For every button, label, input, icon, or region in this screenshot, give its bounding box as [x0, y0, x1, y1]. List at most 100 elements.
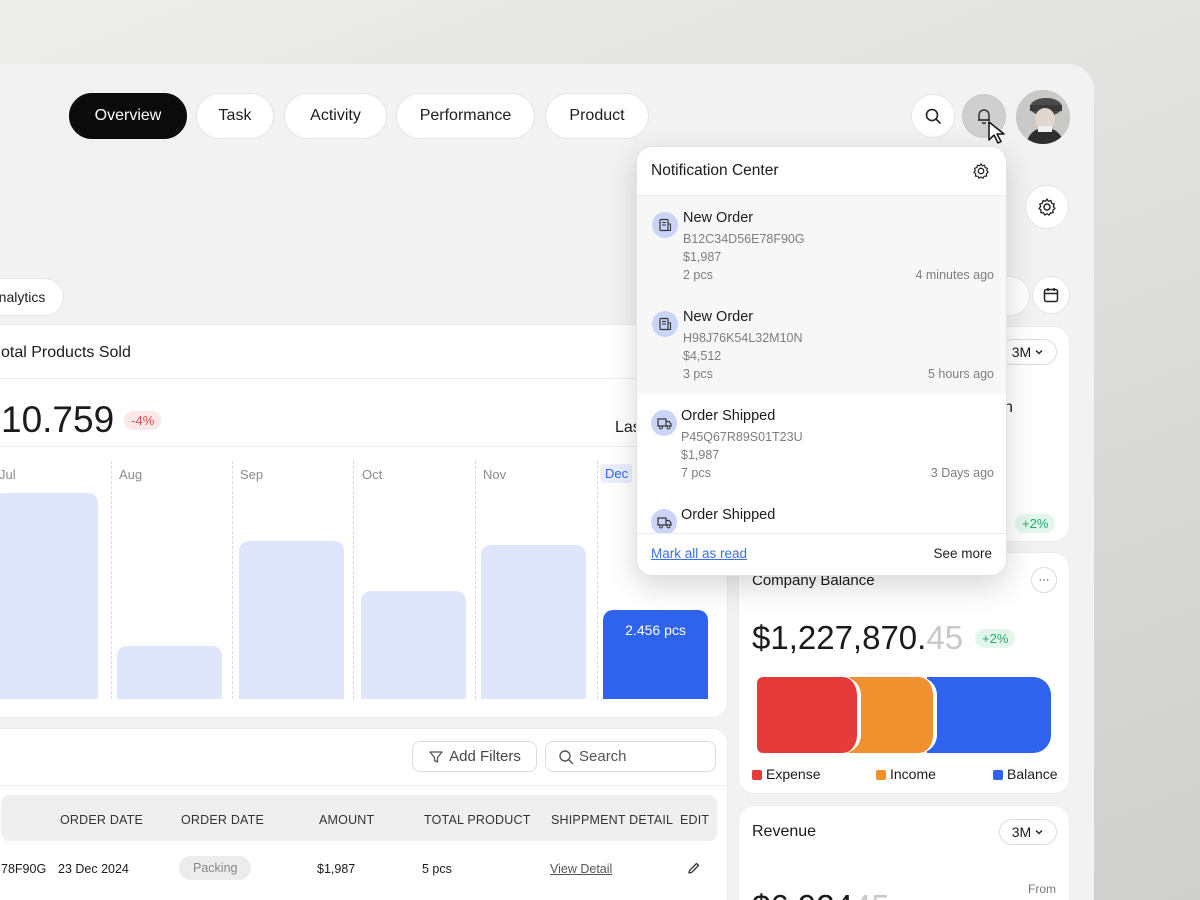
balance-cents: 45 — [926, 619, 964, 656]
month-label: Jul — [0, 467, 16, 482]
col-total-product[interactable]: TOTAL PRODUCT — [424, 813, 531, 827]
pencil-icon[interactable] — [687, 861, 701, 875]
orders-table-card: Add Filters Search ORDER DATE ORDER DATE… — [0, 728, 728, 900]
add-filters-button[interactable]: Add Filters — [412, 741, 537, 772]
more-button[interactable]: ··· — [1031, 567, 1057, 593]
month-label-selected: Dec — [601, 464, 633, 483]
bar-dec[interactable]: 2.456 pcs — [603, 610, 708, 699]
gear-icon — [1038, 198, 1056, 216]
month-label: Aug — [119, 467, 143, 482]
calendar-icon — [1043, 288, 1059, 303]
revenue-card: Revenue 3M From $6,92445 — [738, 805, 1070, 900]
see-more-link[interactable]: See more — [933, 546, 992, 561]
legend-income: Income — [876, 766, 936, 782]
tab-activity[interactable]: Activity — [284, 93, 387, 139]
order-amount: $1,987 — [317, 862, 356, 876]
search-icon — [559, 749, 574, 764]
period-select[interactable]: 3M — [999, 819, 1057, 845]
period-select-value: 3M — [1011, 824, 1032, 840]
truck-icon — [651, 509, 677, 533]
tab-product[interactable]: Product — [545, 93, 649, 139]
notification-title: New Order — [683, 309, 754, 325]
chevron-down-icon — [1035, 830, 1043, 835]
balance-amount: $1,227,870. — [752, 619, 927, 656]
add-filters-label: Add Filters — [449, 748, 521, 765]
balance-bar — [757, 677, 1051, 753]
tab-task[interactable]: Task — [196, 93, 274, 139]
receipt-icon — [652, 311, 678, 337]
card-title: Revenue — [752, 823, 817, 840]
notification-code: H98J76K54L32M10N — [683, 331, 803, 345]
view-detail-link[interactable]: View Detail — [550, 862, 612, 876]
table-header: ORDER DATE ORDER DATE AMOUNT TOTAL PRODU… — [1, 795, 717, 841]
period-select[interactable]: 3M — [999, 339, 1057, 365]
notification-center-title: Notification Center — [651, 162, 779, 179]
from-label: From — [1028, 882, 1056, 896]
notification-center-popover: Notification Center New Order B12C34D56E… — [636, 146, 1007, 576]
order-date: 23 Dec 2024 — [58, 862, 129, 876]
bar-aug[interactable] — [117, 646, 222, 699]
col-shipment-detail[interactable]: SHIPPMENT DETAIL — [551, 813, 673, 827]
notification-title: Order Shipped — [681, 408, 776, 424]
month-label: Nov — [483, 467, 507, 482]
notification-amount: $1,987 — [683, 250, 722, 264]
card-title: otal Products Sold — [1, 344, 131, 361]
change-badge: -4% — [124, 410, 162, 430]
search-input[interactable]: Search — [545, 741, 716, 772]
total-value: 10.759 — [1, 399, 115, 440]
tab-performance[interactable]: Performance — [396, 93, 535, 139]
calendar-button[interactable] — [1032, 276, 1070, 314]
notification-item[interactable]: Order Shipped — [637, 493, 1006, 533]
notification-qty: 7 pcs — [681, 466, 711, 480]
notification-item[interactable]: New Order H98J76K54L32M10N $4,512 3 pcs … — [637, 295, 1006, 394]
notification-code: B12C34D56E78F90G — [683, 232, 805, 246]
tab-analytics[interactable]: nalytics — [0, 278, 64, 316]
notification-title: Order Shipped — [681, 507, 776, 523]
notification-amount: $1,987 — [681, 448, 720, 462]
balance-segment — [927, 677, 1051, 753]
settings-button[interactable] — [1025, 185, 1069, 229]
notification-item[interactable]: Order Shipped P45Q67R89S01T23U $1,987 7 … — [637, 394, 1006, 493]
notification-amount: $4,512 — [683, 349, 722, 363]
bar-value-label: 2.456 pcs — [625, 622, 686, 638]
chevron-down-icon — [1035, 350, 1043, 355]
tab-overview[interactable]: Overview — [69, 93, 187, 139]
filter-icon — [429, 750, 443, 763]
notification-qty: 2 pcs — [683, 268, 713, 282]
col-order-date[interactable]: ORDER DATE — [60, 813, 143, 827]
notification-qty: 3 pcs — [683, 367, 713, 381]
avatar[interactable] — [1016, 90, 1070, 144]
period-select-value: 3M — [1011, 344, 1032, 360]
col-order-date-2[interactable]: ORDER DATE — [181, 813, 264, 827]
search-button[interactable] — [911, 94, 955, 138]
mark-all-read-link[interactable]: Mark all as read — [651, 546, 747, 561]
order-id: 78F90G — [1, 862, 47, 876]
col-amount[interactable]: AMOUNT — [319, 813, 374, 827]
notification-item[interactable]: New Order B12C34D56E78F90G $1,987 2 pcs … — [637, 196, 1006, 295]
bar-sep[interactable] — [239, 541, 344, 699]
notification-time: 5 hours ago — [927, 367, 994, 381]
mouse-cursor-icon — [988, 121, 1005, 144]
notification-time: 3 Days ago — [930, 466, 994, 480]
notification-time: 4 minutes ago — [915, 268, 994, 282]
revenue-cents: 45 — [853, 888, 890, 900]
company-balance-card: Company Balance ··· $1,227,870.45 +2% Ex… — [738, 552, 1070, 794]
table-row[interactable]: 78F90G 23 Dec 2024 Packing $1,987 5 pcs … — [1, 841, 717, 900]
bar-jul[interactable] — [0, 493, 98, 699]
bar-chart: Jul Aug Sep Oct Nov Dec 2.456 pcs — [0, 447, 729, 699]
notification-title: New Order — [683, 210, 754, 226]
change-badge: +2% — [975, 628, 1016, 648]
revenue-amount: $6,924 — [752, 888, 853, 900]
bar-oct[interactable] — [361, 591, 466, 699]
month-label: Sep — [240, 467, 264, 482]
legend-expense: Expense — [752, 766, 820, 782]
month-label: Oct — [362, 467, 383, 482]
bar-nov[interactable] — [481, 545, 586, 699]
products-sold-card: otal Products Sold 10.759 -4% Las Jul Au… — [0, 324, 728, 718]
gear-icon[interactable] — [972, 162, 990, 180]
income-segment — [849, 677, 937, 753]
status-badge: Packing — [179, 856, 252, 880]
order-products: 5 pcs — [422, 862, 452, 876]
col-edit[interactable]: EDIT — [680, 813, 709, 827]
notification-code: P45Q67R89S01T23U — [681, 430, 803, 444]
